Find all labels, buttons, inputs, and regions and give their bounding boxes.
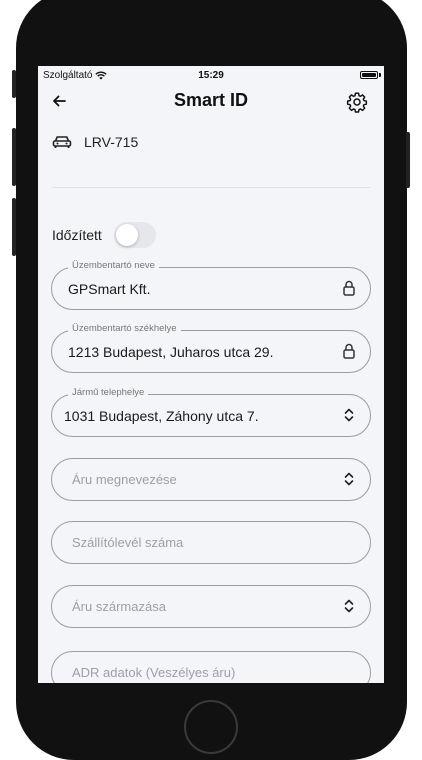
- lock-icon: [343, 280, 355, 296]
- field-label: Üzembentartó neve: [68, 260, 159, 271]
- app-screen: Szolgáltató 15:29 Smart ID LRV-715 Időzí…: [38, 66, 384, 683]
- goods-name-select[interactable]: Áru megnevezése: [51, 458, 371, 501]
- scheduled-label: Időzített: [52, 227, 102, 243]
- delivery-note-number-field[interactable]: Szállítólevél száma: [51, 521, 371, 564]
- car-icon: [52, 136, 72, 148]
- field-value: GPSmart Kft.: [68, 281, 151, 297]
- volume-down-button: [12, 198, 16, 256]
- vehicle-site-select[interactable]: Jármű telephelye 1031 Budapest, Záhony u…: [51, 387, 371, 437]
- volume-up-button: [12, 128, 16, 186]
- operator-name-field[interactable]: Üzembentartó neve GPSmart Kft.: [51, 260, 371, 310]
- scheduled-toggle-row: Időzített: [52, 222, 156, 248]
- nav-bar: Smart ID: [38, 86, 384, 116]
- field-placeholder: Szállítólevél száma: [72, 535, 184, 550]
- chevron-up-down-icon: [344, 599, 354, 613]
- gear-icon[interactable]: [346, 91, 368, 113]
- field-placeholder: Áru származása: [72, 599, 166, 614]
- status-bar: Szolgáltató 15:29: [38, 66, 384, 86]
- field-value: 1213 Budapest, Juharos utca 29.: [68, 344, 274, 360]
- power-button: [406, 132, 410, 188]
- field-placeholder: Áru megnevezése: [72, 472, 177, 487]
- vehicle-plate: LRV-715: [84, 134, 139, 150]
- battery-cap: [379, 73, 381, 77]
- goods-origin-select[interactable]: Áru származása: [51, 585, 371, 628]
- lock-icon: [343, 343, 355, 359]
- divider: [52, 187, 370, 188]
- battery-icon: [360, 71, 378, 79]
- operator-address-field[interactable]: Üzembentartó székhelye 1213 Budapest, Ju…: [51, 323, 371, 373]
- mute-switch: [12, 70, 16, 98]
- field-label: Jármű telephelye: [68, 387, 149, 398]
- toggle-knob: [115, 224, 138, 246]
- chevron-up-down-icon: [344, 408, 354, 422]
- field-label: Üzembentartó székhelye: [68, 323, 181, 334]
- status-time: 15:29: [198, 70, 224, 81]
- field-value: 1031 Budapest, Záhony utca 7.: [64, 408, 259, 424]
- battery-level: [362, 73, 376, 77]
- home-button[interactable]: [183, 699, 239, 755]
- field-placeholder: ADR adatok (Veszélyes áru): [72, 665, 236, 680]
- page-title: Smart ID: [173, 90, 249, 110]
- adr-data-field[interactable]: ADR adatok (Veszélyes áru): [51, 651, 371, 683]
- scheduled-toggle[interactable]: [113, 222, 156, 248]
- vehicle-row: LRV-715: [52, 134, 138, 150]
- chevron-up-down-icon: [344, 472, 354, 486]
